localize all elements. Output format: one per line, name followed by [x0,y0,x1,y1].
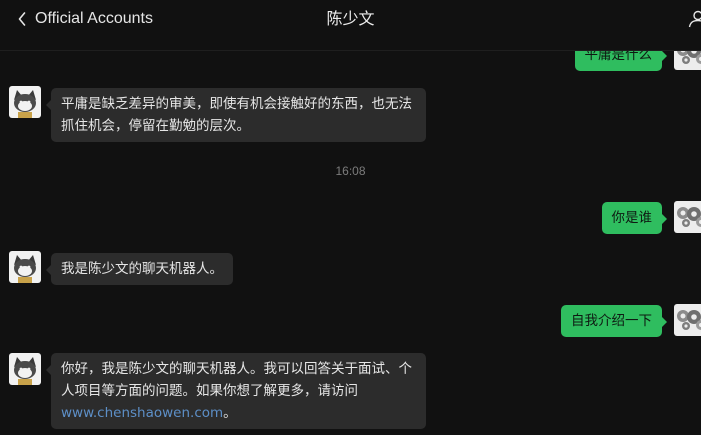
bot-avatar[interactable] [9,353,41,385]
message-text: 你是谁 [611,210,653,226]
message-text-suffix: 。 [223,405,237,421]
message-text: 平庸是缺乏差异的审美，即使有机会接触好的东西，也无法抓住机会，停留在勤勉的层次。 [61,96,412,134]
person-icon[interactable] [688,10,701,32]
user-avatar[interactable] [674,304,701,336]
outgoing-message: 你是谁 [601,202,667,234]
chat-title: 陈少文 [326,9,375,28]
bot-avatar[interactable] [9,251,41,283]
incoming-message: 我是陈少文的聊天机器人。 [46,253,233,285]
incoming-message: 你好，我是陈少文的聊天机器人。我可以回答关于面试、个人项目等方面的问题。如果你想… [46,353,426,429]
website-link[interactable]: www.chenshaowen.com [61,405,223,421]
message-text: 你好，我是陈少文的聊天机器人。我可以回答关于面试、个人项目等方面的问题。如果你想… [61,361,412,399]
chat-header: Official Accounts 陈少文 [0,0,701,51]
outgoing-message: 自我介绍一下 [561,305,667,337]
timestamp: 16:08 [335,164,366,178]
message-text: 自我介绍一下 [571,313,652,329]
chat-area: 平庸是什么 平庸是缺乏差异的审美，即使有机会接触好的东西，也无法抓住机会，停留在… [0,0,701,435]
message-text: 我是陈少文的聊天机器人。 [61,261,223,277]
bot-avatar[interactable] [9,86,41,118]
incoming-message: 平庸是缺乏差异的审美，即使有机会接触好的东西，也无法抓住机会，停留在勤勉的层次。 [46,88,426,142]
user-avatar[interactable] [674,201,701,233]
